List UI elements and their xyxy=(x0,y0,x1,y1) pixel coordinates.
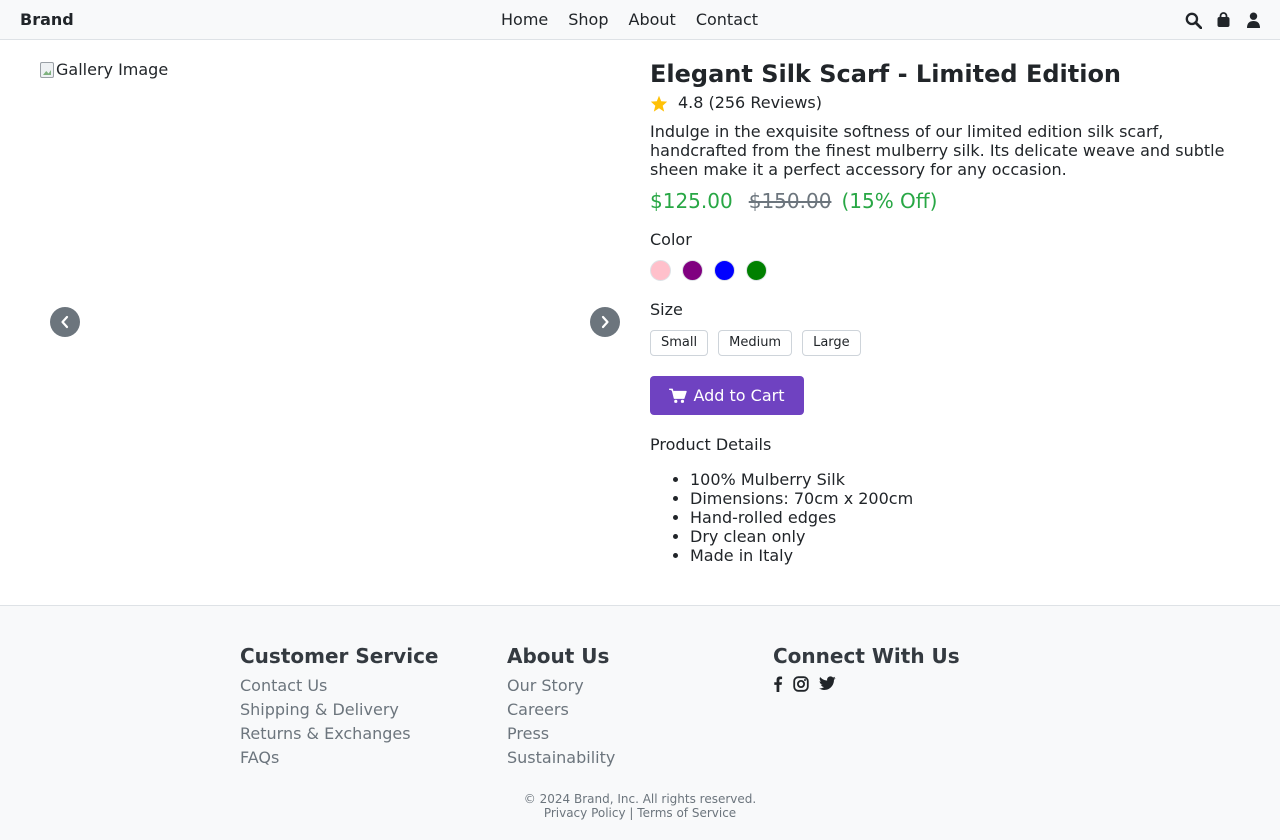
brand-logo[interactable]: Brand xyxy=(20,10,74,30)
facebook-icon[interactable] xyxy=(773,676,783,692)
color-swatch-blue[interactable] xyxy=(714,260,735,281)
nav-link-home[interactable]: Home xyxy=(491,8,558,32)
navbar: Brand Home Shop About Contact xyxy=(0,0,1280,40)
legal-links: Privacy Policy | Terms of Service xyxy=(0,806,1280,820)
footer-heading: About Us xyxy=(507,644,610,668)
product-details-label: Product Details xyxy=(650,435,772,454)
chevron-left-icon xyxy=(61,315,69,329)
color-swatch-purple[interactable] xyxy=(682,260,703,281)
nav-link-about[interactable]: About xyxy=(619,8,686,32)
footer: Customer Service Contact Us Shipping & D… xyxy=(0,605,1280,840)
original-price: $150.00 xyxy=(748,189,832,213)
user-icon[interactable] xyxy=(1244,11,1262,29)
list-item: Made in Italy xyxy=(690,546,1250,565)
footer-link-our-story[interactable]: Our Story xyxy=(507,676,584,695)
product-title: Elegant Silk Scarf - Limited Edition xyxy=(650,60,1122,88)
footer-link-faqs[interactable]: FAQs xyxy=(240,748,279,767)
review-count[interactable]: (256 Reviews) xyxy=(708,93,822,113)
color-swatches xyxy=(650,260,1250,281)
list-item: Hand-rolled edges xyxy=(690,508,1250,527)
terms-of-service-link[interactable]: Terms of Service xyxy=(637,806,736,820)
footer-link-shipping[interactable]: Shipping & Delivery xyxy=(240,700,399,719)
gallery-next-button[interactable] xyxy=(590,307,620,337)
color-swatch-pink[interactable] xyxy=(650,260,671,281)
gallery-image: Gallery Image xyxy=(40,60,168,80)
gallery-prev-button[interactable] xyxy=(50,307,80,337)
nav-links: Home Shop About Contact xyxy=(491,8,768,32)
size-options: Small Medium Large xyxy=(650,330,1250,356)
size-medium-button[interactable]: Medium xyxy=(718,330,793,356)
list-item: Dimensions: 70cm x 200cm xyxy=(690,489,1250,508)
size-large-button[interactable]: Large xyxy=(802,330,861,356)
product-info: Elegant Silk Scarf - Limited Edition 4.8… xyxy=(650,60,1250,565)
instagram-icon[interactable] xyxy=(793,676,809,692)
footer-customer-service: Customer Service Contact Us Shipping & D… xyxy=(240,644,439,770)
nav-link-contact[interactable]: Contact xyxy=(686,8,768,32)
star-icon xyxy=(650,95,668,112)
list-item: Dry clean only xyxy=(690,527,1250,546)
gallery-image-alt: Gallery Image xyxy=(56,60,169,79)
footer-heading: Connect With Us xyxy=(773,644,960,668)
footer-heading: Customer Service xyxy=(240,644,439,668)
chevron-right-icon xyxy=(601,315,609,329)
shopping-cart-icon xyxy=(669,388,688,404)
footer-link-press[interactable]: Press xyxy=(507,724,549,743)
product-description: Indulge in the exquisite softness of our… xyxy=(650,122,1225,179)
product-gallery: Gallery Image xyxy=(40,60,630,585)
color-label: Color xyxy=(650,230,692,249)
search-icon[interactable] xyxy=(1184,11,1202,29)
discount-badge: (15% Off) xyxy=(841,189,938,213)
product-rating: 4.8 (256 Reviews) xyxy=(650,93,1250,113)
product-details-list: 100% Mulberry Silk Dimensions: 70cm x 20… xyxy=(690,470,1250,565)
price-row: $125.00 $150.00 (15% Off) xyxy=(650,189,1250,213)
footer-link-careers[interactable]: Careers xyxy=(507,700,569,719)
footer-link-contact-us[interactable]: Contact Us xyxy=(240,676,327,695)
current-price: $125.00 xyxy=(650,189,733,213)
list-item: 100% Mulberry Silk xyxy=(690,470,1250,489)
footer-link-returns[interactable]: Returns & Exchanges xyxy=(240,724,411,743)
size-label: Size xyxy=(650,300,683,319)
privacy-policy-link[interactable]: Privacy Policy xyxy=(544,806,626,820)
nav-icons xyxy=(1184,11,1262,29)
rating-value: 4.8 xyxy=(678,93,704,112)
broken-image-icon xyxy=(40,62,54,78)
legal-separator: | xyxy=(629,806,634,820)
footer-link-sustainability[interactable]: Sustainability xyxy=(507,748,615,767)
twitter-icon[interactable] xyxy=(819,676,836,692)
color-swatch-green[interactable] xyxy=(746,260,767,281)
size-small-button[interactable]: Small xyxy=(650,330,709,356)
add-to-cart-label: Add to Cart xyxy=(693,386,785,405)
shopping-bag-icon[interactable] xyxy=(1214,11,1232,29)
nav-link-shop[interactable]: Shop xyxy=(558,8,618,32)
footer-about-us: About Us Our Story Careers Press Sustain… xyxy=(507,644,615,770)
copyright: © 2024 Brand, Inc. All rights reserved. xyxy=(523,792,757,806)
social-links xyxy=(773,676,960,692)
add-to-cart-button[interactable]: Add to Cart xyxy=(650,376,804,415)
footer-connect: Connect With Us xyxy=(773,644,960,692)
